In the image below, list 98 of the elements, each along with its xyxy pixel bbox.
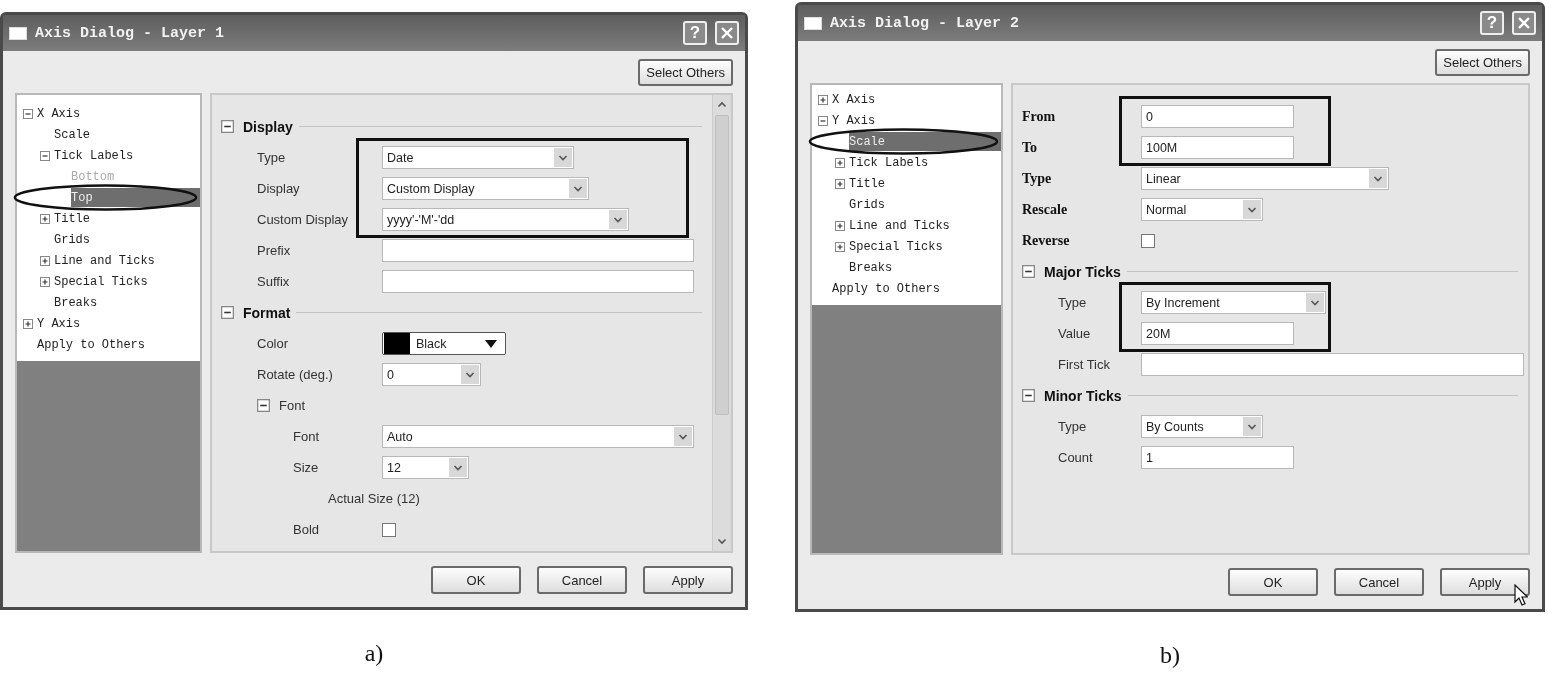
- dropdown[interactable]: yyyy'-'M'-'dd: [382, 208, 629, 231]
- field-label: Type: [1021, 170, 1053, 187]
- chevron-down-icon: [1243, 200, 1261, 219]
- close-button[interactable]: [1512, 11, 1536, 35]
- tree-item[interactable]: Scale: [54, 125, 200, 144]
- dropdown[interactable]: Custom Display: [382, 177, 589, 200]
- scrollbar[interactable]: [712, 95, 731, 551]
- tree-item[interactable]: Line and Ticks: [54, 251, 200, 270]
- ok-button[interactable]: OK: [431, 566, 521, 594]
- text-field[interactable]: [382, 270, 694, 293]
- field-label: Reverse: [1021, 232, 1071, 249]
- field-label: Color: [256, 336, 290, 351]
- chevron-down-icon: [1369, 169, 1387, 188]
- checkbox[interactable]: [1141, 233, 1155, 248]
- field-label: Actual Size (12): [327, 491, 420, 506]
- tree-item[interactable]: Breaks: [54, 293, 200, 312]
- field-label: Bold: [292, 522, 321, 537]
- apply-button[interactable]: Apply: [643, 566, 733, 594]
- select-others-button[interactable]: Select Others: [1435, 48, 1530, 76]
- field-label: Custom Display: [256, 212, 350, 227]
- field-label: To: [1021, 139, 1039, 156]
- dropdown[interactable]: By Increment: [1141, 291, 1326, 314]
- chevron-down-icon: [461, 365, 479, 384]
- tree-item[interactable]: Title: [54, 209, 200, 228]
- figure-caption: b): [1160, 642, 1180, 669]
- field-label: First Tick: [1057, 357, 1111, 372]
- field-label: Value: [1057, 326, 1092, 341]
- dropdown[interactable]: Linear: [1141, 167, 1389, 190]
- text-field[interactable]: [1141, 353, 1524, 376]
- chevron-down-icon: [1306, 293, 1324, 312]
- dropdown[interactable]: Normal: [1141, 198, 1263, 221]
- figure-caption: a): [364, 640, 384, 667]
- dropdown[interactable]: 12: [382, 456, 469, 479]
- close-icon: [721, 27, 733, 39]
- field-label: Suffix: [256, 274, 291, 289]
- tree-item[interactable]: Tick Labels: [849, 153, 1001, 172]
- chevron-down-icon: [674, 427, 692, 446]
- tree-item[interactable]: Apply to Others: [37, 335, 200, 354]
- dropdown[interactable]: Auto: [382, 425, 694, 448]
- text-field[interactable]: 1: [1141, 446, 1294, 469]
- window-title: Axis Dialog - Layer 1: [35, 24, 226, 42]
- tree-item[interactable]: Y Axis: [832, 111, 1001, 130]
- window-icon: [804, 16, 822, 30]
- chevron-down-icon: [569, 179, 587, 198]
- field-label: From: [1021, 108, 1057, 125]
- tree-item[interactable]: Top: [71, 188, 200, 207]
- dropdown[interactable]: Date: [382, 146, 574, 169]
- window-icon: [9, 26, 27, 40]
- cancel-button[interactable]: Cancel: [537, 566, 627, 594]
- tree-item[interactable]: Y Axis: [37, 314, 200, 333]
- field-label: Font: [292, 429, 320, 444]
- chevron-down-icon: [449, 458, 467, 477]
- tree-item[interactable]: X Axis: [37, 104, 200, 123]
- section-header: Font: [279, 398, 305, 413]
- field-label: Type: [256, 150, 287, 165]
- field-label: Prefix: [256, 243, 292, 258]
- tree-item[interactable]: Special Ticks: [54, 272, 200, 291]
- field-label: Display: [256, 181, 301, 196]
- close-icon: [1518, 17, 1530, 29]
- text-field[interactable]: [382, 239, 694, 262]
- tree-item[interactable]: Grids: [849, 195, 1001, 214]
- text-field[interactable]: 20M: [1141, 322, 1294, 345]
- field-label: Type: [1057, 295, 1088, 310]
- chevron-down-icon: [1243, 417, 1261, 436]
- section-header: Format: [243, 304, 291, 321]
- tree-item[interactable]: Title: [849, 174, 1001, 193]
- cancel-button[interactable]: Cancel: [1334, 568, 1424, 596]
- field-label: Rotate (deg.): [256, 367, 334, 382]
- window-title: Axis Dialog - Layer 2: [830, 14, 1021, 32]
- tree-item[interactable]: X Axis: [832, 90, 1001, 109]
- tree-item[interactable]: Scale: [849, 132, 1001, 151]
- text-field[interactable]: 100M: [1141, 136, 1294, 159]
- section-header: Major Ticks: [1044, 263, 1121, 280]
- field-label: Size: [292, 460, 320, 475]
- color-dropdown[interactable]: Black: [382, 332, 506, 355]
- tree-item[interactable]: Tick Labels: [54, 146, 200, 165]
- dropdown[interactable]: By Counts: [1141, 415, 1263, 438]
- tree-item[interactable]: Special Ticks: [849, 237, 1001, 256]
- text-field[interactable]: 0: [1141, 105, 1294, 128]
- field-label: Rescale: [1021, 201, 1069, 218]
- checkbox[interactable]: [382, 522, 396, 537]
- section-header: Minor Ticks: [1044, 387, 1122, 404]
- tree-item[interactable]: Apply to Others: [832, 279, 1001, 298]
- ok-button[interactable]: OK: [1228, 568, 1318, 596]
- select-others-button[interactable]: Select Others: [638, 58, 733, 86]
- section-header: Display: [243, 118, 293, 135]
- chevron-down-icon: [554, 148, 572, 167]
- tree-item[interactable]: Line and Ticks: [849, 216, 1001, 235]
- apply-button[interactable]: Apply: [1440, 568, 1530, 596]
- chevron-down-icon: [609, 210, 627, 229]
- caret-down-icon: [485, 339, 497, 348]
- close-button[interactable]: [715, 21, 739, 45]
- dropdown[interactable]: 0: [382, 363, 481, 386]
- field-label: Type: [1057, 419, 1088, 434]
- field-label: Count: [1057, 450, 1094, 465]
- tree-item[interactable]: Breaks: [849, 258, 1001, 277]
- tree-item[interactable]: Grids: [54, 230, 200, 249]
- scroll-thumb[interactable]: [715, 115, 729, 415]
